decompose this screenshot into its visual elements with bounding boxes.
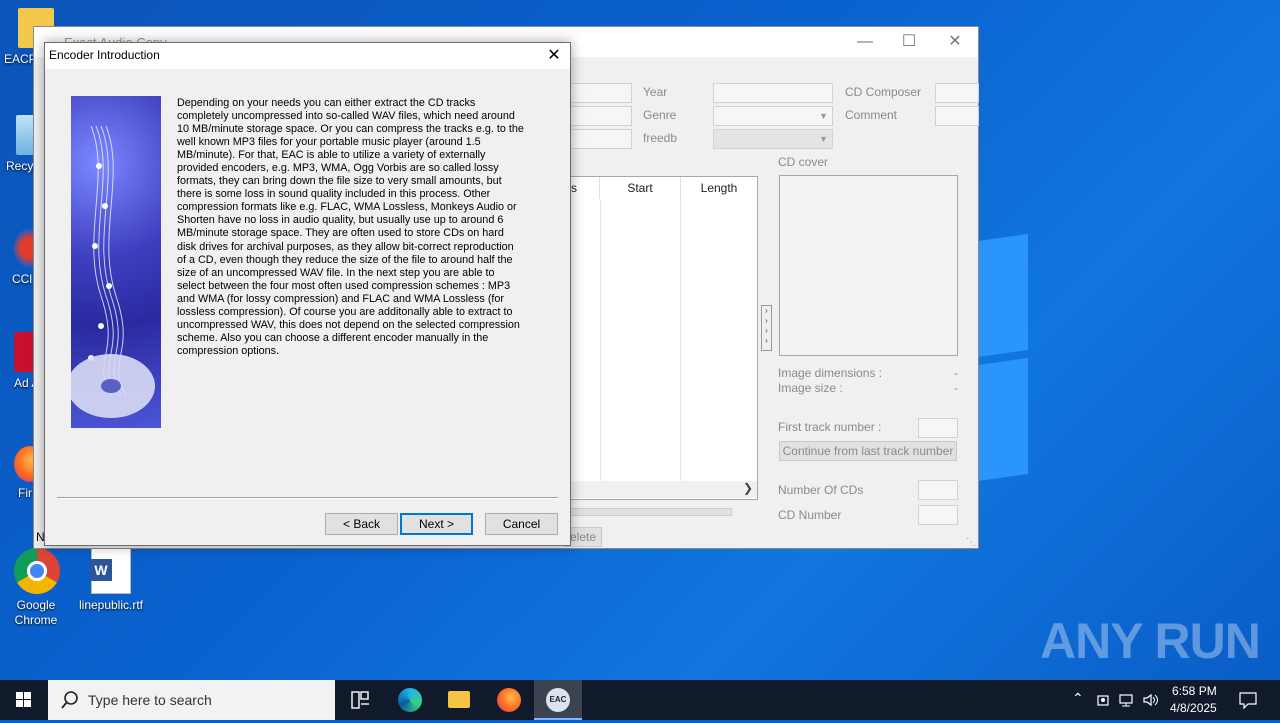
- intro-text: Depending on your needs you can either e…: [177, 97, 524, 357]
- first-track-number-label: First track number :: [778, 420, 882, 434]
- cancel-button[interactable]: Cancel: [485, 513, 558, 535]
- album-field-1[interactable]: [570, 83, 632, 103]
- minimize-icon[interactable]: —: [842, 27, 888, 57]
- desktop-icon-chrome[interactable]: Google Chrome: [0, 548, 74, 628]
- anyrun-watermark: ANY RUN: [1040, 613, 1261, 669]
- expand-panel-button[interactable]: › › › ›: [761, 305, 772, 351]
- task-view-button[interactable]: [336, 680, 384, 720]
- taskbar-eac[interactable]: EAC: [534, 680, 582, 720]
- maximize-icon[interactable]: ☐: [886, 27, 932, 57]
- dialog-separator: [57, 497, 558, 499]
- genre-select[interactable]: ▼: [713, 106, 833, 126]
- cd-composer-field[interactable]: [935, 83, 979, 103]
- back-button[interactable]: < Back: [325, 513, 398, 535]
- taskbar-search-box[interactable]: Type here to search: [48, 680, 335, 720]
- horizontal-scrollbar[interactable]: ❯: [571, 481, 757, 498]
- clock-date[interactable]: 4/8/2025: [1170, 701, 1217, 715]
- notification-icon[interactable]: [1238, 691, 1258, 709]
- image-size-value: -: [954, 381, 958, 395]
- search-placeholder: Type here to search: [88, 692, 212, 708]
- cd-number-label: CD Number: [778, 508, 842, 522]
- folder-icon: [448, 691, 470, 708]
- comment-label: Comment: [845, 108, 898, 122]
- next-button[interactable]: Next >: [400, 513, 473, 535]
- eac-icon: EAC: [546, 688, 570, 712]
- chevron-right-icon[interactable]: ❯: [743, 481, 753, 495]
- continue-from-last-track-button[interactable]: Continue from last track number: [779, 441, 957, 461]
- clock-time[interactable]: 6:58 PM: [1172, 684, 1217, 698]
- chevron-up-icon[interactable]: ⌃: [1072, 690, 1084, 707]
- column-divider: [680, 199, 681, 481]
- freedb-label: freedb: [643, 131, 678, 145]
- volume-icon[interactable]: [1142, 692, 1160, 708]
- encoder-introduction-dialog[interactable]: Encoder Introduction ✕ Depending on your…: [44, 42, 571, 546]
- resize-grip-icon[interactable]: ⋱: [966, 537, 976, 548]
- taskbar: Type here to search EAC ⌃ 6:58 PM 4/8/20…: [0, 680, 1280, 720]
- genre-label: Genre: [643, 108, 677, 122]
- column-divider: [600, 199, 601, 481]
- dialog-titlebar[interactable]: Encoder Introduction ✕: [45, 43, 570, 69]
- cd-cover-image[interactable]: [779, 175, 958, 356]
- windows-start-icon: [16, 692, 31, 707]
- column-header-title[interactable]: s: [571, 177, 600, 199]
- image-dimensions-value: -: [954, 366, 958, 380]
- music-notes-image: [71, 125, 155, 418]
- chevron-down-icon: ▼: [819, 111, 828, 121]
- number-of-cds-label: Number Of CDs: [778, 483, 864, 497]
- year-label: Year: [643, 85, 668, 99]
- taskbar-firefox[interactable]: [485, 680, 533, 720]
- chrome-icon: [14, 548, 60, 594]
- album-field-2[interactable]: [570, 106, 632, 126]
- column-header-start[interactable]: Start: [600, 177, 681, 199]
- word-document-icon: W: [90, 548, 131, 594]
- year-field[interactable]: [713, 83, 833, 103]
- close-icon[interactable]: ✕: [538, 43, 570, 69]
- album-field-3[interactable]: [570, 129, 632, 149]
- eac-icon-label: EAC: [549, 695, 567, 704]
- first-track-number-field[interactable]: [918, 418, 958, 438]
- dialog-title: Encoder Introduction: [49, 48, 160, 62]
- image-dimensions-label: Image dimensions :: [778, 366, 883, 380]
- taskbar-file-explorer[interactable]: [435, 680, 483, 720]
- cd-composer-label: CD Composer: [845, 85, 922, 99]
- task-view-icon: [351, 691, 369, 709]
- taskbar-edge[interactable]: [386, 680, 434, 720]
- network-icon[interactable]: [1118, 692, 1136, 708]
- cd-number-field[interactable]: [918, 505, 958, 525]
- image-size-label: Image size :: [778, 381, 843, 395]
- track-list[interactable]: s Start Length ❯: [570, 176, 758, 500]
- windows-logo-wallpaper: [970, 233, 1032, 483]
- search-icon: [61, 691, 78, 709]
- firefox-icon: [497, 688, 521, 712]
- music-cd-illustration: [71, 96, 161, 428]
- column-header-length[interactable]: Length: [681, 177, 757, 199]
- cd-cover-label: CD cover: [778, 155, 829, 169]
- close-icon[interactable]: ✕: [932, 27, 978, 57]
- comment-field[interactable]: [935, 106, 979, 126]
- start-button[interactable]: [0, 680, 48, 720]
- meet-now-icon[interactable]: [1096, 692, 1112, 708]
- edge-icon: [398, 688, 422, 712]
- freedb-select[interactable]: ▼: [713, 129, 833, 149]
- desktop-icon-rtf-file[interactable]: W linepublic.rtf: [74, 548, 148, 613]
- chevron-down-icon: ▼: [819, 134, 828, 144]
- progress-bar: [570, 508, 732, 516]
- desktop: ANY RUN EACP Recyc CCl Ad Acr Fir Google…: [0, 0, 1280, 680]
- number-of-cds-field[interactable]: [918, 480, 958, 500]
